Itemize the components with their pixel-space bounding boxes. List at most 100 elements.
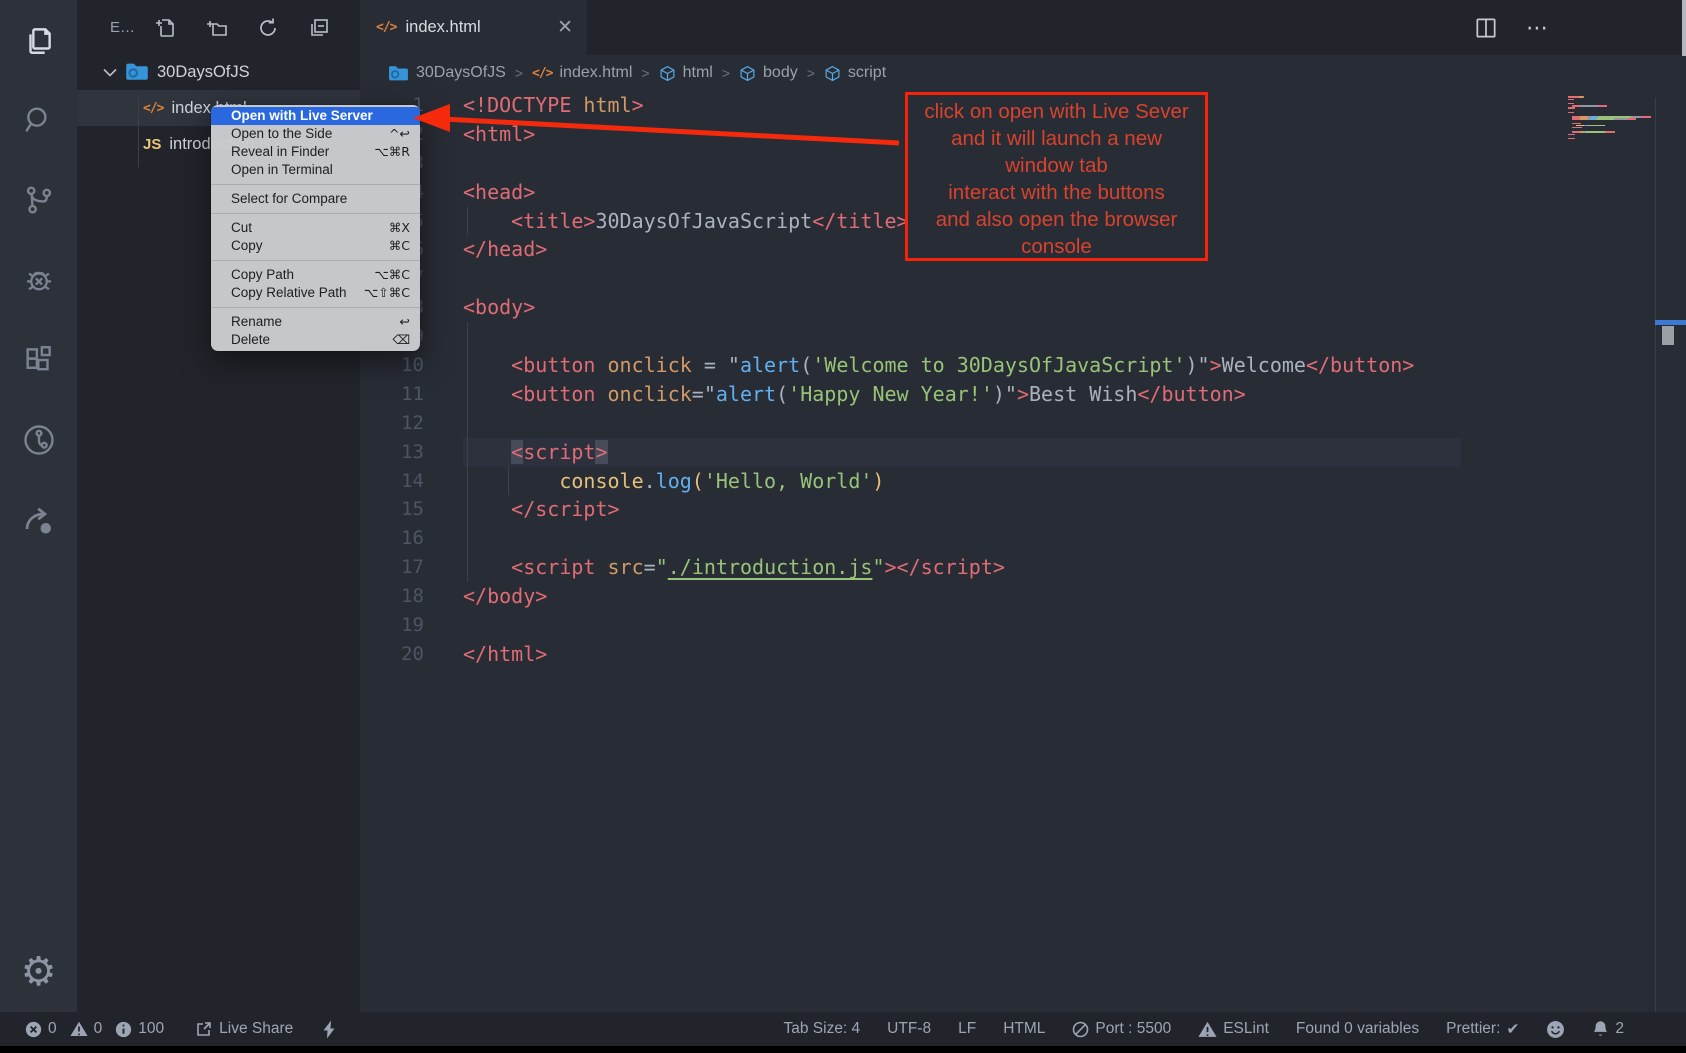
menu-item-open-with-live-server[interactable]: Open with Live Server <box>211 107 420 125</box>
menu-shortcut: ⌘C <box>389 237 410 255</box>
code-line-19[interactable]: 19 <box>360 611 1686 640</box>
code-line-14[interactable]: 14 console.log('Hello, World') <box>360 467 1686 496</box>
more-actions-icon[interactable]: ⋯ <box>1526 15 1550 41</box>
code-line-7[interactable]: 7 <box>360 264 1686 293</box>
menu-shortcut: ^↩ <box>389 125 410 143</box>
code-line-11[interactable]: 11 <button onclick="alert('Happy New Yea… <box>360 380 1686 409</box>
menu-item-open-in-terminal[interactable]: Open in Terminal <box>211 161 420 179</box>
current-line-highlight <box>463 438 1461 467</box>
new-folder-icon[interactable] <box>204 15 229 40</box>
tree-folder-30daysofjs[interactable]: 30DaysOfJS <box>77 54 360 90</box>
live-share-icon[interactable] <box>0 480 77 560</box>
code-text: <head> <box>463 178 535 207</box>
annotation-line: and also open the browser <box>908 206 1205 233</box>
annotation-box: click on open with Live Severand it will… <box>905 92 1208 261</box>
menu-item-copy-path[interactable]: Copy Path⌥⌘C <box>211 266 420 284</box>
folder-icon <box>388 65 409 82</box>
code-line-13[interactable]: 13 <script> <box>360 438 1686 467</box>
split-editor-icon[interactable] <box>1473 15 1499 41</box>
tab-label: index.html <box>405 18 480 37</box>
breadcrumb-label: script <box>848 64 886 82</box>
menu-item-reveal-in-finder[interactable]: Reveal in Finder⌥⌘R <box>211 143 420 161</box>
menu-separator <box>211 260 420 261</box>
code-line-12[interactable]: 12 <box>360 409 1686 438</box>
tree-indent-guide <box>138 95 139 167</box>
menu-item-delete[interactable]: Delete⌫ <box>211 331 420 349</box>
language-indicator[interactable]: HTML <box>1003 1020 1045 1038</box>
breadcrumb-folder[interactable]: 30DaysOfJS <box>388 64 506 82</box>
menu-item-copy[interactable]: Copy⌘C <box>211 237 420 255</box>
breadcrumb-script[interactable]: script <box>824 64 886 82</box>
code-line-20[interactable]: 20</html> <box>360 640 1686 669</box>
source-control-icon[interactable] <box>0 160 77 240</box>
menu-separator <box>211 184 420 185</box>
code-line-8[interactable]: 8<body> <box>360 293 1686 322</box>
code-line-18[interactable]: 18</body> <box>360 582 1686 611</box>
code-line-10[interactable]: 10 <button onclick = "alert('Welcome to … <box>360 351 1686 380</box>
new-file-icon[interactable] <box>153 15 178 40</box>
live-share-status[interactable]: Live Share <box>195 1020 293 1038</box>
smiley-icon <box>1546 1020 1565 1039</box>
symbol-cube-icon <box>824 65 841 82</box>
menu-item-copy-relative-path[interactable]: Copy Relative Path⌥⇧⌘C <box>211 284 420 302</box>
chevron-down-icon <box>103 68 117 77</box>
code-line-15[interactable]: 15 </script> <box>360 495 1686 524</box>
minimap[interactable] <box>1568 96 1654 140</box>
menu-shortcut: ⌥⇧⌘C <box>364 284 410 302</box>
line-number: 17 <box>360 553 424 582</box>
explorer-icon[interactable] <box>0 0 77 80</box>
code-line-16[interactable]: 16 <box>360 524 1686 553</box>
eol-indicator[interactable]: LF <box>958 1020 976 1038</box>
window-edge-strip <box>1682 0 1686 56</box>
refresh-icon[interactable] <box>255 15 280 40</box>
settings-gear-icon[interactable]: ⚙ <box>0 932 77 1012</box>
tab-size-indicator[interactable]: Tab Size: 4 <box>783 1020 860 1038</box>
search-icon[interactable] <box>0 80 77 160</box>
tab-bar: </> index.html ✕ ⋯ <box>360 0 1686 55</box>
bolt-indicator[interactable] <box>322 1020 336 1039</box>
menu-item-rename[interactable]: Rename↩ <box>211 313 420 331</box>
breadcrumb-body[interactable]: body <box>739 64 798 82</box>
port-indicator[interactable]: Port : 5500 <box>1072 1020 1171 1038</box>
warning-count: 0 <box>94 1020 103 1038</box>
notification-count: 2 <box>1615 1020 1624 1038</box>
breadcrumb-separator: > <box>722 65 730 81</box>
scrollbar-thumb[interactable] <box>1662 326 1674 345</box>
line-number: 12 <box>360 409 424 438</box>
tab-index-html[interactable]: </> index.html ✕ <box>360 0 587 55</box>
explorer-title: E… <box>110 19 135 36</box>
status-bar: 0 0 100 Live Share Tab Size: 4 UTF-8 LF … <box>0 1012 1686 1046</box>
info-count: 100 <box>138 1020 164 1038</box>
indent-guide <box>467 322 468 351</box>
breadcrumb-file[interactable]: </> index.html <box>532 64 632 82</box>
right-rail-accent <box>1655 320 1686 325</box>
menu-item-open-to-the-side[interactable]: Open to the Side^↩ <box>211 125 420 143</box>
line-number: 19 <box>360 611 424 640</box>
collapse-folders-icon[interactable] <box>306 15 331 40</box>
eslint-indicator[interactable]: ESLint <box>1198 1020 1269 1038</box>
prettier-indicator[interactable]: Prettier: ✔ <box>1446 1020 1519 1038</box>
variables-indicator[interactable]: Found 0 variables <box>1296 1020 1419 1038</box>
warning-icon <box>1198 1021 1217 1038</box>
code-text: <!DOCTYPE html> <box>463 91 644 120</box>
line-number: 10 <box>360 351 424 380</box>
encoding-indicator[interactable]: UTF-8 <box>887 1020 931 1038</box>
code-line-9[interactable]: 9 <box>360 322 1686 351</box>
feedback-smiley[interactable] <box>1546 1020 1565 1039</box>
problems-indicator[interactable]: 0 0 100 <box>25 1020 164 1038</box>
code-text: <html> <box>463 120 535 149</box>
code-line-17[interactable]: 17 <script src="./introduction.js"></scr… <box>360 553 1686 582</box>
code-text: </html> <box>463 640 547 669</box>
close-tab-icon[interactable]: ✕ <box>557 18 573 37</box>
extensions-icon[interactable] <box>0 320 77 400</box>
run-debug-icon[interactable] <box>0 240 77 320</box>
breadcrumb-html[interactable]: html <box>659 64 713 82</box>
remote-explorer-icon[interactable] <box>0 400 77 480</box>
line-number: 15 <box>360 495 424 524</box>
annotation-line: click on open with Live Sever <box>908 98 1205 125</box>
breadcrumb-separator: > <box>641 65 649 81</box>
notifications-indicator[interactable]: 2 <box>1592 1020 1624 1038</box>
menu-item-cut[interactable]: Cut⌘X <box>211 219 420 237</box>
annotation-line: window tab <box>908 152 1205 179</box>
menu-item-select-for-compare[interactable]: Select for Compare <box>211 190 420 208</box>
